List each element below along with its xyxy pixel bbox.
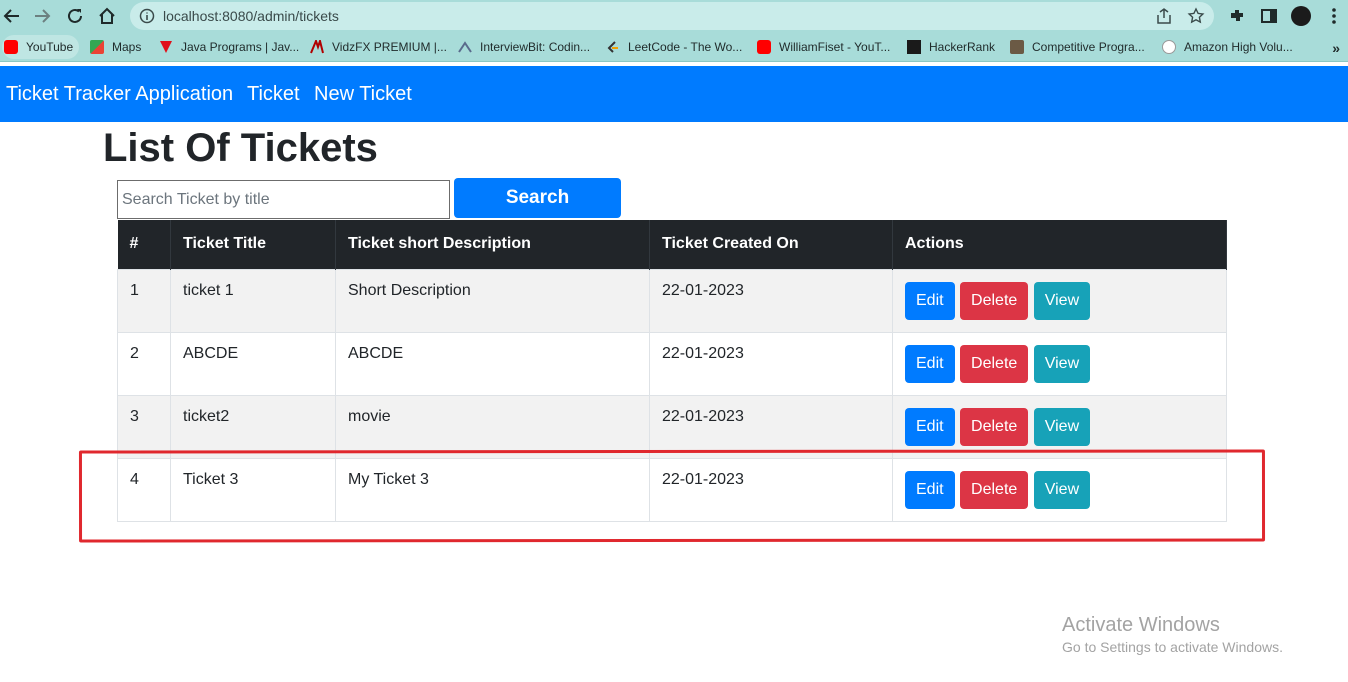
column-header-description: Ticket short Description	[335, 220, 650, 269]
address-bar[interactable]: localhost:8080/admin/tickets	[130, 2, 1214, 30]
cell-number: 2	[117, 331, 171, 396]
edit-button[interactable]: Edit	[905, 344, 955, 383]
youtube-icon	[757, 40, 771, 54]
bookmark-label: LeetCode - The Wo...	[628, 40, 743, 54]
browser-toolbar: localhost:8080/admin/tickets	[0, 0, 1348, 32]
cell-number: 3	[117, 394, 171, 459]
activate-windows-watermark: Activate Windows Go to Settings to activ…	[1062, 614, 1283, 655]
side-panel-icon[interactable]	[1257, 4, 1281, 28]
profile-avatar[interactable]	[1289, 4, 1313, 28]
delete-button[interactable]: Delete	[960, 281, 1029, 320]
extensions-icon[interactable]	[1225, 4, 1249, 28]
edit-button[interactable]: Edit	[905, 281, 955, 320]
bookmark-competitive-programming[interactable]: Competitive Progra...	[1010, 38, 1145, 56]
bookmark-label: WilliamFiset - YouT...	[779, 40, 891, 54]
cell-created-on: 22-01-2023	[649, 268, 893, 333]
bookmark-leetcode[interactable]: LeetCode - The Wo...	[606, 38, 742, 56]
cell-title: ticket2	[170, 394, 336, 459]
home-icon[interactable]	[95, 4, 119, 28]
view-button[interactable]: View	[1033, 407, 1091, 446]
share-icon[interactable]	[1154, 6, 1174, 26]
maps-icon	[90, 40, 104, 54]
page-title: List Of Tickets	[103, 126, 378, 170]
edit-button[interactable]: Edit	[905, 407, 955, 446]
cell-actions: Edit Delete View	[892, 268, 1227, 333]
watermark-title: Activate Windows	[1062, 614, 1220, 636]
cell-title: ABCDE	[170, 331, 336, 396]
vidzfx-icon	[310, 37, 324, 54]
back-arrow-icon[interactable]	[0, 4, 24, 28]
nav-link-ticket[interactable]: Ticket	[247, 83, 300, 106]
navbar-brand[interactable]: Ticket Tracker Application	[6, 83, 233, 106]
cell-description: Short Description	[335, 268, 650, 333]
cell-actions: Edit Delete View	[892, 331, 1227, 396]
bookmarks-overflow-icon[interactable]: »	[1332, 40, 1340, 56]
column-header-title: Ticket Title	[170, 220, 336, 269]
delete-button[interactable]: Delete	[960, 407, 1029, 446]
bookmark-hackerrank[interactable]: HackerRank	[907, 38, 995, 56]
table-row: 1 ticket 1 Short Description 22-01-2023 …	[117, 268, 1227, 333]
cell-number: 1	[117, 268, 171, 333]
bookmark-williamfiset[interactable]: WilliamFiset - YouT...	[757, 38, 890, 56]
bookmark-label: InterviewBit: Codin...	[480, 40, 591, 54]
view-button[interactable]: View	[1033, 344, 1091, 383]
forward-arrow-icon[interactable]	[30, 4, 54, 28]
bookmarks-bar: YouTube Maps Java Programs | Jav... Vidz…	[0, 32, 1348, 62]
search-button[interactable]: Search	[454, 178, 621, 218]
bookmark-label: HackerRank	[929, 40, 996, 54]
cell-created-on: 22-01-2023	[649, 394, 893, 459]
bookmark-label: Amazon High Volu...	[1184, 40, 1293, 54]
cell-description: movie	[335, 394, 650, 459]
table-header-row: # Ticket Title Ticket short Description …	[117, 220, 1227, 269]
table-row: 2 ABCDE ABCDE 22-01-2023 Edit Delete Vie…	[117, 331, 1227, 396]
youtube-icon	[4, 40, 18, 54]
bookmark-amazon[interactable]: Amazon High Volu...	[1162, 38, 1293, 56]
menu-icon[interactable]	[1322, 4, 1346, 28]
watermark-subtitle: Go to Settings to activate Windows.	[1062, 639, 1283, 655]
view-button[interactable]: View	[1033, 281, 1091, 320]
bookmark-star-icon[interactable]	[1186, 6, 1206, 26]
interviewbit-icon	[458, 40, 472, 54]
url-text: localhost:8080/admin/tickets	[163, 8, 339, 24]
highlight-annotation-box	[78, 449, 1266, 543]
hackerrank-icon	[907, 40, 921, 54]
cell-actions: Edit Delete View	[892, 394, 1227, 459]
column-header-actions: Actions	[892, 220, 1227, 269]
cell-created-on: 22-01-2023	[649, 331, 893, 396]
bookmark-vidzfx[interactable]: VidzFX PREMIUM |...	[310, 37, 447, 56]
bookmark-label: YouTube	[26, 40, 74, 54]
bookmark-interviewbit[interactable]: InterviewBit: Codin...	[458, 38, 590, 56]
java-programs-icon	[159, 40, 173, 54]
column-header-created-on: Ticket Created On	[649, 220, 893, 269]
bookmark-java-programs[interactable]: Java Programs | Jav...	[159, 38, 299, 56]
leetcode-icon	[606, 40, 620, 54]
bookmark-label: Maps	[112, 40, 142, 54]
site-info-icon[interactable]	[137, 6, 157, 26]
nav-link-new-ticket[interactable]: New Ticket	[314, 83, 412, 106]
amazon-icon	[1162, 40, 1176, 54]
bookmark-label: Java Programs | Jav...	[181, 40, 300, 54]
bookmark-label: Competitive Progra...	[1032, 40, 1145, 54]
app-navbar: Ticket Tracker Application Ticket New Ti…	[0, 66, 1348, 122]
cell-description: ABCDE	[335, 331, 650, 396]
bookmark-maps[interactable]: Maps	[90, 38, 141, 56]
bookmark-label: VidzFX PREMIUM |...	[332, 40, 447, 54]
cell-title: ticket 1	[170, 268, 336, 333]
search-input[interactable]	[117, 180, 450, 219]
column-header-number: #	[117, 220, 171, 269]
competitive-programming-icon	[1010, 40, 1024, 54]
bookmark-youtube[interactable]: YouTube	[2, 35, 80, 59]
delete-button[interactable]: Delete	[960, 344, 1029, 383]
table-row: 3 ticket2 movie 22-01-2023 Edit Delete V…	[117, 394, 1227, 459]
reload-icon[interactable]	[63, 4, 87, 28]
